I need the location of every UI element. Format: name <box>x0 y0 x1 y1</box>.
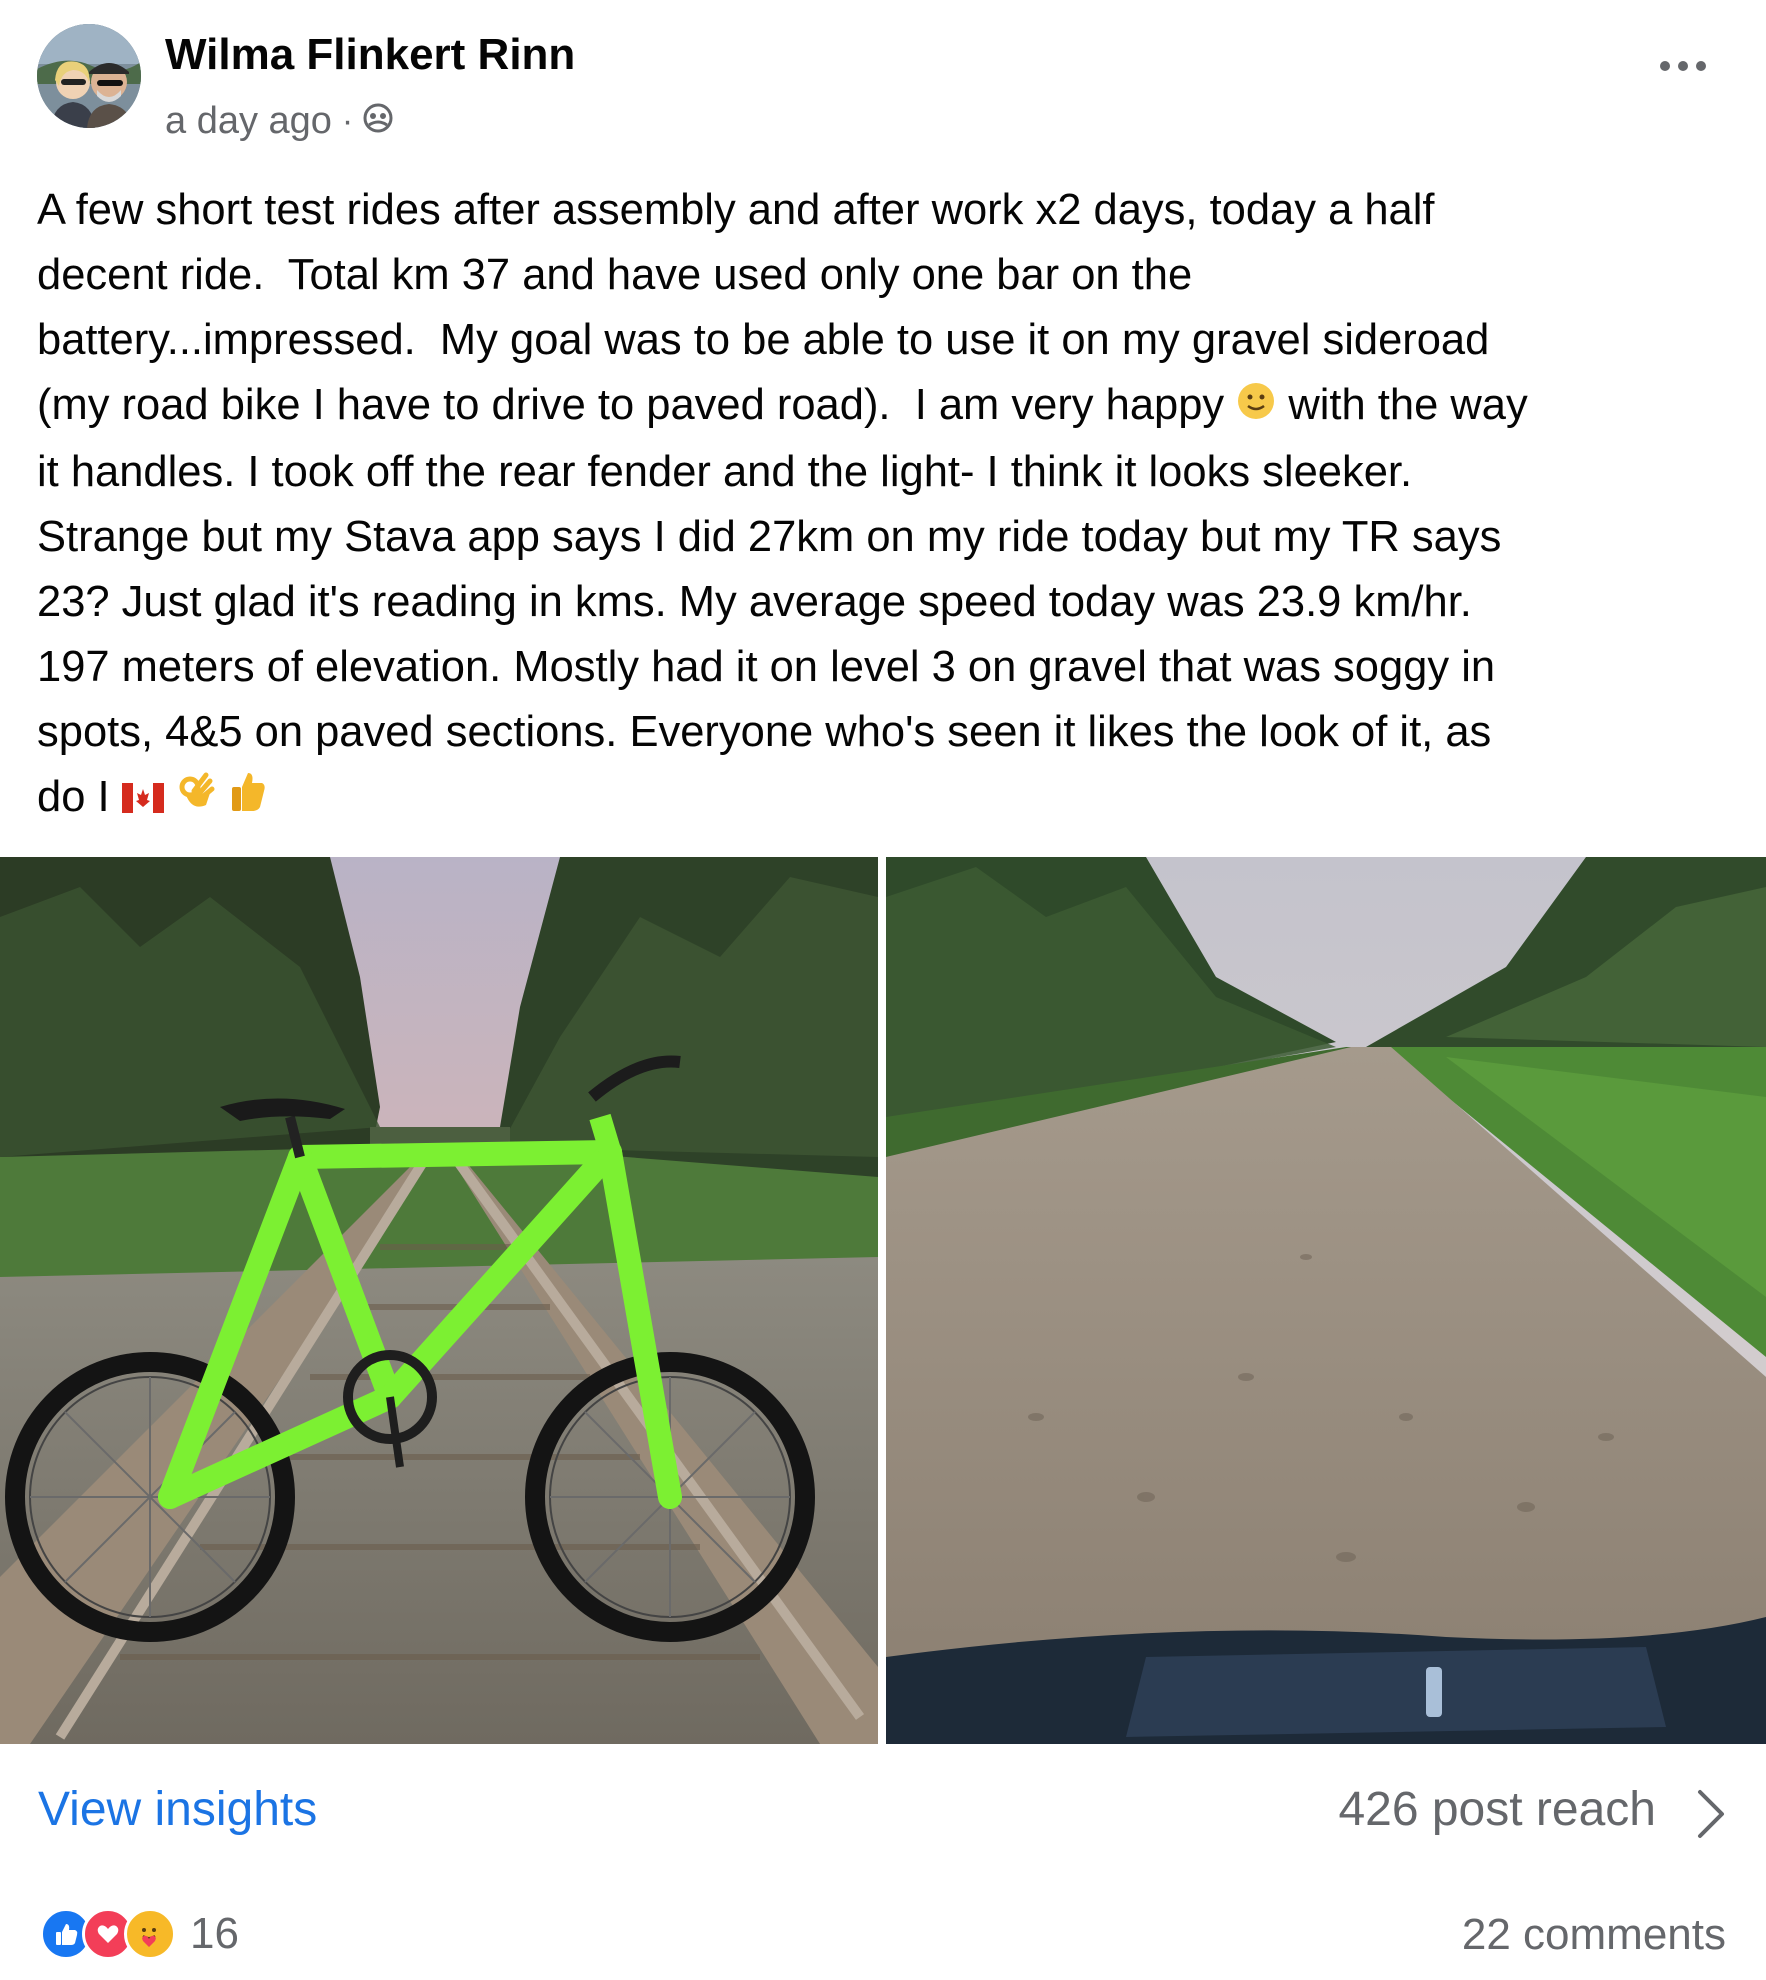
green-bike-on-railway-tracks-photo[interactable] <box>0 857 878 1744</box>
text-line: battery...impressed. My goal was to be a… <box>37 316 1490 364</box>
timestamp[interactable]: a day ago <box>165 100 332 143</box>
more-options-icon[interactable] <box>1655 46 1711 86</box>
post-reach[interactable]: 426 post reach <box>1338 1782 1656 1837</box>
avatar[interactable] <box>37 24 141 128</box>
text-line: with the way <box>1276 381 1528 429</box>
view-insights-link[interactable]: View insights <box>38 1782 317 1837</box>
post-header: Wilma Flinkert Rinn a day ago · <box>0 0 1766 160</box>
text-line: (my road bike I have to drive to paved r… <box>37 381 1225 429</box>
slightly-smiling-face-icon <box>1236 375 1276 440</box>
text-line: do I <box>37 773 122 822</box>
photo-grid <box>0 857 1766 1744</box>
post-meta: a day ago · <box>165 100 393 143</box>
post-body: A few short test rides after assembly an… <box>37 178 1737 832</box>
meta-separator: · <box>341 102 354 140</box>
insights-bar: View insights 426 post reach <box>0 1760 1766 1860</box>
ok-hand-icon <box>176 767 216 832</box>
chevron-right-icon[interactable] <box>1694 1788 1728 1840</box>
text-line: 197 meters of elevation. Mostly had it o… <box>37 643 1496 692</box>
canada-flag-icon <box>121 767 164 832</box>
group-audience-icon <box>363 100 393 143</box>
post-footer: 16 22 comments <box>0 1900 1766 1980</box>
text-line: 23? Just glad it's reading in kms. My av… <box>37 578 1472 627</box>
reaction-count: 16 <box>190 1909 239 1958</box>
comments-count[interactable]: 22 comments <box>1462 1910 1726 1960</box>
reactions-summary[interactable]: 16 <box>40 1908 239 1960</box>
text-line: it handles. I took off the rear fender a… <box>37 448 1413 497</box>
gravel-road-photo[interactable] <box>886 857 1766 1744</box>
text-line: Strange but my Stava app says I did 27km… <box>37 513 1502 562</box>
text-line: spots, 4&5 on paved sections. Everyone w… <box>37 708 1492 757</box>
thumbs-up-icon <box>228 767 268 832</box>
author-name[interactable]: Wilma Flinkert Rinn <box>165 30 575 80</box>
text-line: A few short test rides after assembly an… <box>37 186 1435 234</box>
text-line: decent ride. Total km 37 and have used o… <box>37 251 1193 299</box>
care-reaction-icon <box>124 1908 176 1960</box>
